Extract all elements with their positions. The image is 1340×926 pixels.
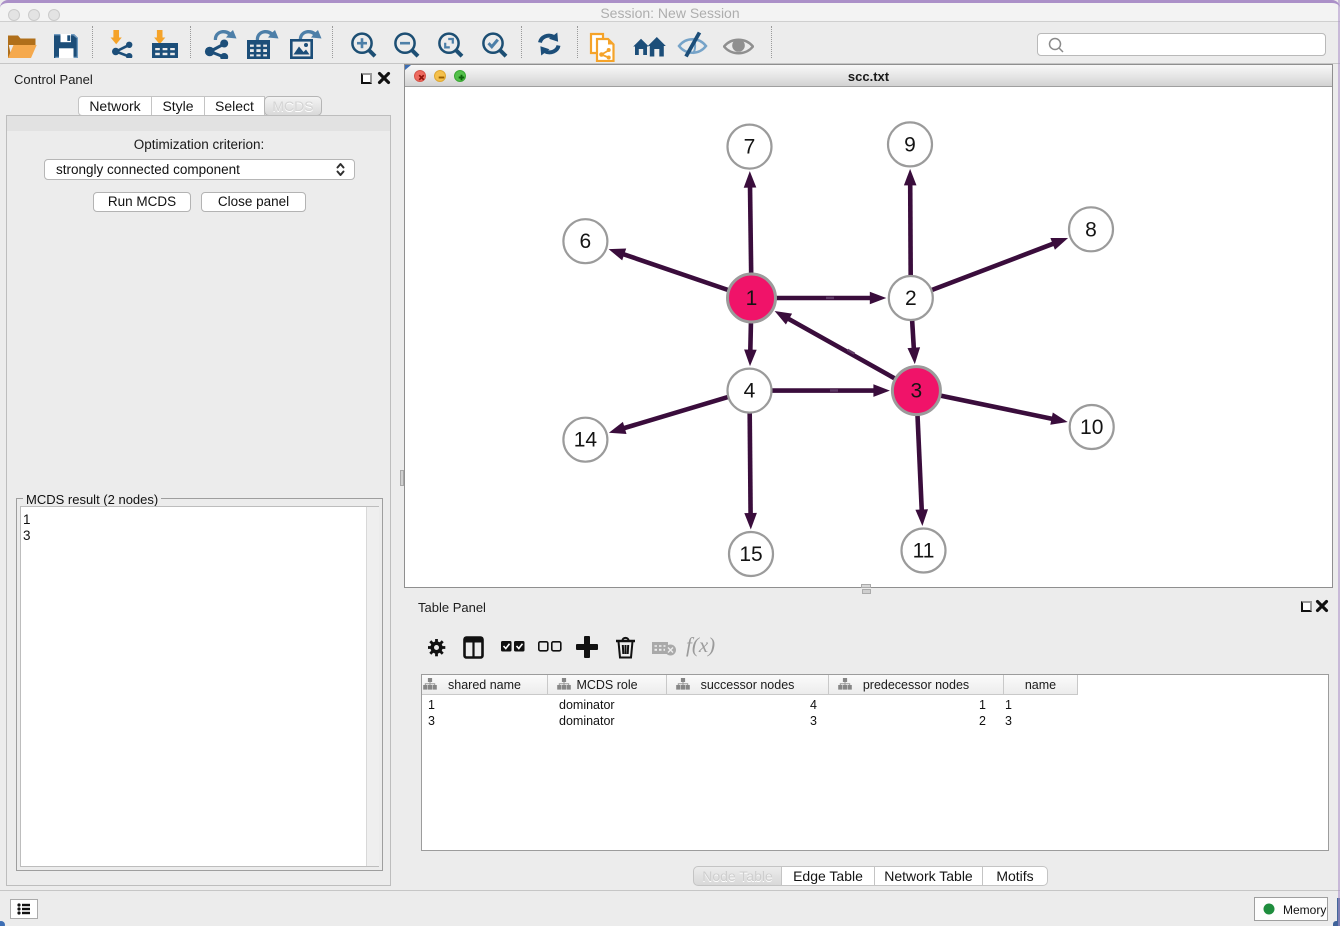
svg-text:10: 10	[1080, 416, 1103, 439]
svg-text:6: 6	[580, 230, 592, 253]
svg-text:9: 9	[904, 133, 916, 156]
svg-text:15: 15	[739, 543, 762, 566]
svg-text:3: 3	[911, 380, 923, 403]
svg-text:7: 7	[744, 136, 756, 159]
svg-text:4: 4	[744, 380, 756, 403]
svg-text:2: 2	[905, 287, 917, 310]
svg-text:14: 14	[574, 429, 598, 452]
svg-text:1: 1	[746, 287, 758, 310]
svg-text:11: 11	[913, 540, 935, 563]
svg-text:8: 8	[1085, 218, 1097, 241]
